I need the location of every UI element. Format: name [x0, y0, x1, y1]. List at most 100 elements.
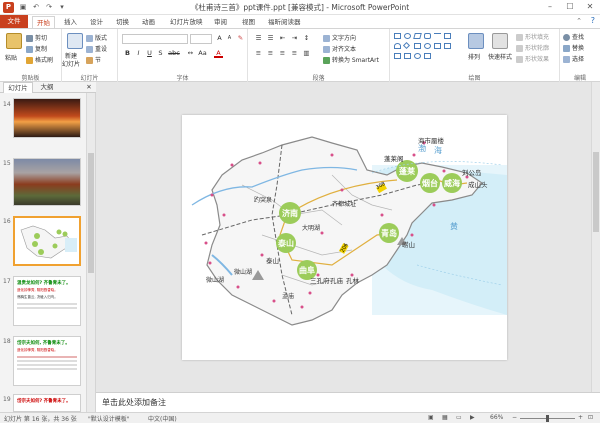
bracket-shape-icon[interactable]: [394, 53, 401, 59]
brace-shape-icon[interactable]: [404, 53, 411, 59]
maximize-button[interactable]: ☐: [560, 0, 580, 15]
paste-icon[interactable]: [6, 33, 22, 49]
close-pane-button[interactable]: ✕: [84, 82, 94, 93]
tab-file[interactable]: 文件: [0, 15, 28, 28]
new-slide-button-label2[interactable]: 幻灯片: [62, 59, 80, 68]
circle-shape-icon[interactable]: [424, 43, 431, 49]
shape-fill-button[interactable]: 形状填充: [516, 32, 549, 41]
tab-home[interactable]: 开始: [32, 16, 55, 28]
triangle-shape-icon[interactable]: [424, 53, 431, 59]
slide-thumbnail[interactable]: 岱宗夫如何? 齐鲁青未了。: [13, 394, 81, 412]
line-shape-icon[interactable]: [434, 33, 441, 39]
grow-font-button[interactable]: A: [215, 34, 224, 43]
align-center-icon[interactable]: ≡: [266, 49, 275, 58]
arrange-icon[interactable]: [468, 33, 484, 49]
bullets-icon[interactable]: ☰: [254, 34, 263, 43]
layout-button[interactable]: 版式: [86, 33, 107, 42]
numbering-icon[interactable]: ☰: [266, 34, 275, 43]
columns-icon[interactable]: ▥: [302, 49, 311, 58]
change-case-icon[interactable]: Aa: [198, 49, 207, 58]
close-button[interactable]: ✕: [580, 0, 600, 15]
smiley-shape-icon[interactable]: [414, 53, 421, 59]
shadow-button[interactable]: S: [156, 49, 165, 58]
replace-button[interactable]: 替换: [563, 43, 584, 52]
line-spacing-icon[interactable]: ↕: [302, 34, 311, 43]
italic-button[interactable]: I: [134, 49, 143, 58]
tab-outline-pane[interactable]: 大纲: [36, 82, 58, 93]
smartart-button[interactable]: 转换为 SmartArt: [323, 55, 379, 64]
quick-styles-button[interactable]: 快速样式: [488, 52, 512, 61]
editor-scrollbar[interactable]: [591, 82, 600, 392]
rectangle-shape-icon[interactable]: [394, 33, 401, 39]
format-painter-button[interactable]: 格式刷: [26, 55, 53, 64]
diamond-shape-icon[interactable]: [402, 41, 411, 50]
zoom-in-icon[interactable]: +: [578, 414, 583, 421]
language-status[interactable]: 中文(中国): [148, 414, 177, 423]
oval-shape-icon[interactable]: [404, 33, 411, 39]
textbox-shape-icon[interactable]: [444, 33, 451, 39]
font-color-icon[interactable]: A: [214, 49, 223, 58]
zoom-slider[interactable]: [520, 415, 575, 422]
clear-format-icon[interactable]: ✎: [236, 34, 245, 43]
scrollbar-thumb[interactable]: [593, 152, 599, 232]
normal-view-icon[interactable]: ▣: [428, 414, 434, 421]
reset-button[interactable]: 重设: [86, 44, 107, 53]
justify-icon[interactable]: ≡: [290, 49, 299, 58]
minimize-button[interactable]: –: [540, 0, 560, 15]
align-right-icon[interactable]: ≡: [278, 49, 287, 58]
slide-sorter-icon[interactable]: ▦: [442, 414, 448, 421]
tab-review[interactable]: 审阅: [214, 16, 227, 28]
slide-thumbnail[interactable]: 岱宗夫如何, 齐鲁青未了。 造化钟神秀, 阴阳割昏晓。: [13, 336, 81, 386]
fit-to-window-icon[interactable]: ⊡: [588, 414, 593, 421]
font-size-dropdown[interactable]: [190, 34, 212, 44]
zoom-slider-knob[interactable]: [546, 415, 549, 422]
tab-animations[interactable]: 动画: [142, 16, 155, 28]
section-button[interactable]: 节: [86, 55, 101, 64]
arrange-button[interactable]: 排列: [468, 52, 480, 61]
tab-slides-pane[interactable]: 幻灯片: [3, 82, 33, 93]
slides-pane-scrollbar[interactable]: [86, 93, 95, 412]
tab-view[interactable]: 视图: [242, 16, 255, 28]
find-button[interactable]: 查找: [563, 32, 584, 41]
char-spacing-icon[interactable]: ↔: [186, 49, 195, 58]
arrow-shape-icon[interactable]: [414, 43, 421, 49]
text-direction-button[interactable]: 文字方向: [323, 33, 356, 42]
shape-effects-button[interactable]: 形状效果: [516, 54, 549, 63]
zoom-level[interactable]: 66%: [490, 414, 503, 421]
slideshow-view-icon[interactable]: ▶: [470, 414, 475, 421]
slide-thumbnail[interactable]: 温贵龙如何? 齐鲁青未了。 造化钟神秀, 阴阳割昏晓。 荡胸生曾云, 决眦入归鸟…: [13, 276, 81, 326]
shrink-font-button[interactable]: A: [225, 34, 234, 43]
decrease-indent-icon[interactable]: ⇤: [278, 34, 287, 43]
tab-slideshow[interactable]: 幻灯片放映: [170, 16, 203, 28]
paste-button[interactable]: 粘贴: [5, 53, 17, 62]
increase-indent-icon[interactable]: ⇥: [290, 34, 299, 43]
quick-styles-icon[interactable]: [492, 33, 508, 49]
new-slide-icon[interactable]: [67, 33, 83, 49]
star-shape-icon[interactable]: [444, 43, 451, 49]
shapes-gallery[interactable]: [394, 33, 462, 63]
reading-view-icon[interactable]: ▭: [456, 414, 462, 421]
slide-thumbnail[interactable]: [13, 158, 81, 206]
select-button[interactable]: 选择: [563, 54, 584, 63]
font-name-dropdown[interactable]: [122, 34, 188, 44]
slide-canvas[interactable]: 济南 泰山 曲阜 蓬莱 烟台 威海 青岛 海市蜃楼 蓬莱阁 刘公岛 成山头 三孔…: [182, 115, 507, 360]
bold-button[interactable]: B: [123, 49, 132, 58]
tab-foxit[interactable]: 福昕阅读器: [268, 16, 301, 28]
underline-button[interactable]: U: [145, 49, 154, 58]
notes-pane[interactable]: 单击此处添加备注: [96, 392, 600, 412]
arc-shape-icon[interactable]: [394, 43, 401, 49]
align-left-icon[interactable]: ≡: [254, 49, 263, 58]
help-icon[interactable]: ?: [591, 16, 595, 25]
tab-insert[interactable]: 插入: [64, 16, 77, 28]
callout-shape-icon[interactable]: [434, 43, 441, 49]
align-text-button[interactable]: 对齐文本: [323, 44, 356, 53]
tab-transitions[interactable]: 切换: [116, 16, 129, 28]
rounded-rect-shape-icon[interactable]: [424, 33, 431, 39]
shape-outline-button[interactable]: 形状轮廓: [516, 43, 549, 52]
slide-thumbnail[interactable]: [13, 98, 81, 138]
minimize-ribbon-icon[interactable]: ⌃: [576, 17, 582, 25]
tab-design[interactable]: 设计: [90, 16, 103, 28]
copy-button[interactable]: 复制: [26, 44, 47, 53]
scrollbar-thumb[interactable]: [88, 153, 94, 273]
zoom-out-icon[interactable]: −: [512, 414, 517, 421]
